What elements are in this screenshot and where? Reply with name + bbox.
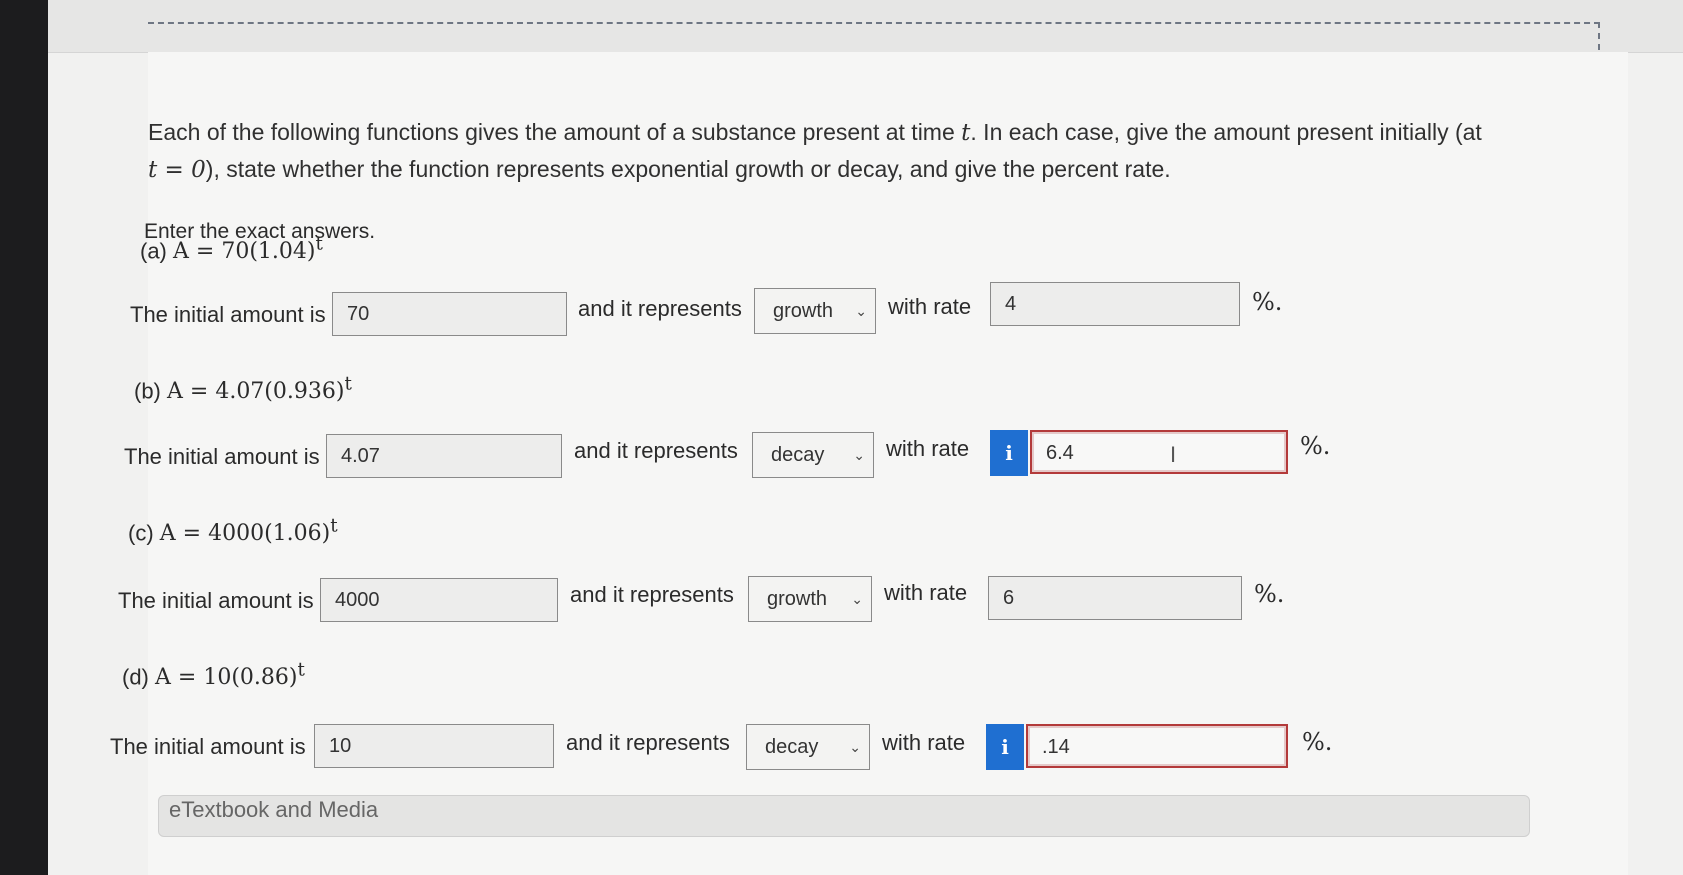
percent-label: %.	[1252, 288, 1283, 316]
prompt-line1-post: . In each case, give the amount present …	[970, 119, 1482, 145]
part-c-rate-input[interactable]: 6	[988, 576, 1242, 620]
part-b-equation: A = 4.07(0.936)t	[167, 374, 352, 405]
focus-outline	[148, 22, 1600, 50]
part-c-label: (c) A = 4000(1.06)t	[128, 516, 338, 547]
represents-label: and it represents	[574, 438, 738, 463]
initial-amount-label: The initial amount is	[124, 444, 320, 469]
percent-label: %.	[1302, 728, 1333, 756]
part-d-row: The initial amount is 10 and it represen…	[110, 722, 1470, 772]
initial-amount-label: The initial amount is	[130, 302, 326, 327]
percent-label: %.	[1300, 432, 1331, 460]
rate-label: with rate	[888, 294, 972, 319]
part-d-initial-input[interactable]: 10	[314, 724, 554, 768]
part-c-row: The initial amount is 4000 and it repres…	[118, 576, 1468, 626]
rate-label: with rate	[886, 436, 970, 461]
info-icon[interactable]: i	[990, 430, 1028, 476]
part-b-initial-input[interactable]: 4.07	[326, 434, 562, 478]
part-d-equation: A = 10(0.86)t	[155, 660, 305, 691]
chevron-down-icon: ⌄	[851, 591, 863, 607]
part-d-type-select[interactable]: decay ⌄	[746, 724, 870, 770]
part-a-rate-input[interactable]: 4	[990, 282, 1240, 326]
chevron-down-icon: ⌄	[849, 739, 861, 755]
part-b-type-select[interactable]: decay ⌄	[752, 432, 874, 478]
prompt-line1-pre: Each of the following functions gives th…	[148, 119, 962, 145]
represents-label: and it represents	[570, 582, 734, 607]
part-b-rate-input[interactable]: 6.4	[1030, 430, 1288, 474]
part-a-row: The initial amount is 70 and it represen…	[130, 282, 1430, 340]
part-c-initial-input[interactable]: 4000	[320, 578, 558, 622]
rate-label: with rate	[882, 730, 966, 755]
part-b-label: (b) A = 4.07(0.936)t	[134, 374, 352, 405]
text-cursor-icon: I	[1170, 442, 1177, 467]
part-a-equation: A = 70(1.04)t	[173, 234, 323, 265]
part-a-label: (a) A = 70(1.04)t	[140, 234, 323, 265]
rate-label: with rate	[884, 580, 968, 605]
screen: Each of the following functions gives th…	[48, 0, 1683, 875]
info-icon[interactable]: i	[986, 724, 1024, 770]
initial-amount-label: The initial amount is	[110, 734, 306, 759]
represents-label: and it represents	[566, 730, 730, 755]
initial-condition: t = 0	[148, 157, 206, 183]
part-d-rate-input[interactable]: .14	[1026, 724, 1288, 768]
question-content: Each of the following functions gives th…	[110, 52, 1628, 875]
part-c-type-select[interactable]: growth ⌄	[748, 576, 872, 622]
part-d-label: (d) A = 10(0.86)t	[122, 660, 305, 691]
part-a-type-select[interactable]: growth ⌄	[754, 288, 876, 334]
initial-amount-label: The initial amount is	[118, 588, 314, 613]
chevron-down-icon: ⌄	[855, 303, 867, 319]
prompt-line2-post: ), state whether the function represents…	[205, 156, 1171, 182]
etextbook-media-button[interactable]: eTextbook and Media	[158, 795, 1530, 837]
question-prompt: Each of the following functions gives th…	[148, 114, 1548, 188]
percent-label: %.	[1254, 580, 1285, 608]
part-a-initial-input[interactable]: 70	[332, 292, 567, 336]
part-c-equation: A = 4000(1.06)t	[159, 516, 338, 547]
part-b-row: The initial amount is 4.07 and it repres…	[124, 430, 1474, 482]
represents-label: and it represents	[578, 296, 742, 321]
chevron-down-icon: ⌄	[853, 447, 865, 463]
